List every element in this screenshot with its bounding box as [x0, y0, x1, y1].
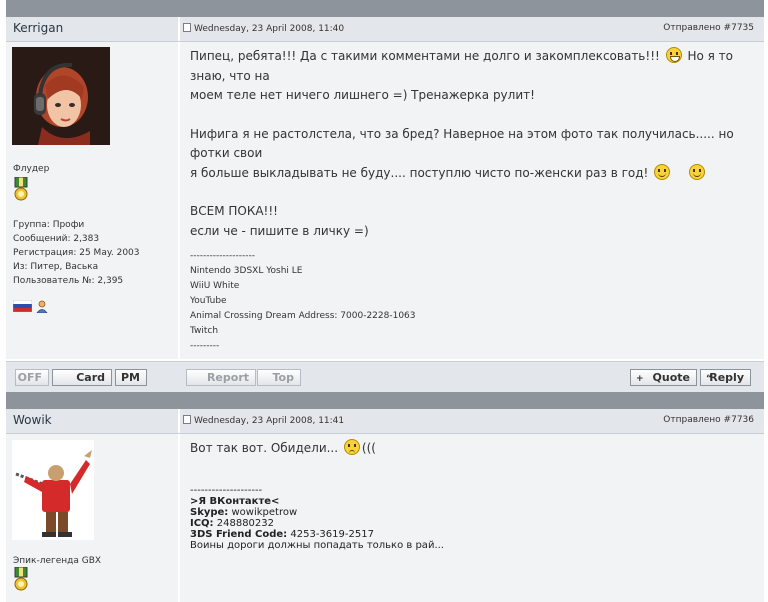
user-rank: Эпик-легенда GBX [13, 556, 102, 566]
post-number-link[interactable]: Отправлено #7736 [663, 415, 754, 425]
user-sidebar: Флудер Группа: Профи Сообщений: 2,383 Ре… [6, 42, 178, 359]
online-status-button[interactable]: OFF [15, 369, 49, 386]
sad-smiley-icon [343, 439, 360, 455]
user-avatar[interactable] [12, 440, 94, 540]
message-line: если че - пишите в личку =) [190, 223, 369, 238]
grin-smiley-icon [665, 47, 682, 63]
reply-button[interactable]: “Reply [700, 369, 751, 386]
signature-separator: --------- [190, 341, 220, 351]
russia-flag-icon [13, 300, 32, 312]
smile-icon [654, 163, 671, 180]
user-profile-icon[interactable] [36, 300, 48, 313]
post-message: Пипец, ребята!!! Да с такими комментами … [190, 47, 760, 241]
post-message: Вот так вот. Обидели... ((( [190, 439, 376, 455]
post-icon [183, 415, 191, 424]
post-date-text: Wednesday, 23 April 2008, 11:40 [194, 24, 345, 34]
rank-medal-icon [14, 177, 28, 201]
user-rank: Флудер [13, 164, 50, 174]
message-line: моем теле нет ничего лишнего =) Тренажер… [190, 88, 535, 102]
message-line: я больше выкладывать не буду.... поступл… [190, 163, 760, 184]
post-number-link[interactable]: Отправлено #7735 [663, 23, 754, 33]
post-date-text: Wednesday, 23 April 2008, 11:41 [194, 416, 345, 426]
header-divider [178, 17, 180, 41]
smile-icon [689, 163, 706, 180]
message-line: Пипец, ребята!!! Да с такими комментами … [190, 47, 734, 83]
signature-separator: -------------------- [190, 251, 255, 261]
post-signature: -------------------- Nintendo 3DSXL Yosh… [190, 249, 416, 354]
report-button[interactable]: Report [186, 369, 256, 386]
post-icon [183, 23, 191, 32]
user-avatar[interactable] [12, 47, 110, 145]
post-date: Wednesday, 23 April 2008, 11:41 [183, 415, 344, 426]
post-separator-top [6, 0, 764, 17]
user-group: Группа: Профи [13, 220, 85, 230]
post-signature: -------------------- >Я ВКонтакте< Skype… [190, 485, 444, 551]
message-line: ВСЕМ ПОКА!!! [190, 204, 278, 218]
post-number: Отправлено #7736 [663, 415, 754, 425]
post-content: Вот так вот. Обидели... ((( ------------… [180, 434, 764, 602]
user-number: Пользователь №: 2,395 [13, 276, 124, 286]
quote-button[interactable]: + Quote [630, 369, 697, 386]
post-footer: OFF Card PM Report Top + Quote “Reply [6, 361, 764, 392]
rank-medal-icon [14, 567, 28, 591]
signature-line: Nintendo 3DSXL Yoshi LE [190, 266, 303, 276]
signature-twitch-link[interactable]: Twitch [190, 324, 416, 339]
post-date: Wednesday, 23 April 2008, 11:40 [183, 23, 344, 34]
signature-line: WiiU White [190, 281, 240, 291]
post-7736: Wowik Wednesday, 23 April 2008, 11:41 От… [6, 409, 764, 602]
user-registration: Регистрация: 25 May. 2003 [13, 248, 140, 258]
signature-line: Animal Crossing Dream Address: 7000-2228… [190, 311, 416, 321]
user-info: Группа: Профи Сообщений: 2,383 Регистрац… [13, 218, 140, 288]
top-button[interactable]: Top [257, 369, 301, 386]
post-number: Отправлено #7735 [663, 23, 754, 33]
user-sidebar: Эпик-легенда GBX [6, 434, 178, 602]
message-line: Нифига я не растолстела, что за бред? На… [190, 126, 734, 161]
friend-code-line: 3DS Friend Code: 4253-3619-2517 [190, 529, 374, 540]
post-separator [6, 392, 764, 409]
user-location: Из: Питер, Васька [13, 262, 99, 272]
vk-link[interactable]: >Я ВКонтакте< [190, 496, 444, 507]
user-message-count: Сообщений: 2,383 [13, 234, 100, 244]
post-header: Wowik Wednesday, 23 April 2008, 11:41 От… [6, 409, 764, 434]
post-7735: Kerrigan Wednesday, 23 April 2008, 11:40… [6, 17, 764, 392]
icq-line: ICQ: 248880232 [190, 518, 275, 529]
post-header: Kerrigan Wednesday, 23 April 2008, 11:40… [6, 17, 764, 42]
post-author-name[interactable]: Kerrigan [13, 21, 63, 35]
quote-mark-icon: “ [706, 374, 712, 384]
skype-line: Skype: wowikpetrow [190, 507, 298, 518]
plus-icon: + [636, 374, 644, 384]
signature-motto: Воины дороги должны попадать только в ра… [190, 540, 444, 551]
signature-youtube-link[interactable]: YouTube [190, 294, 416, 309]
post-content: Пипец, ребята!!! Да с такими комментами … [180, 42, 764, 359]
post-author-name[interactable]: Wowik [13, 413, 52, 427]
header-divider [178, 409, 180, 433]
card-button[interactable]: Card [52, 369, 112, 386]
signature-separator: -------------------- [190, 485, 263, 496]
pm-button[interactable]: PM [115, 369, 147, 386]
